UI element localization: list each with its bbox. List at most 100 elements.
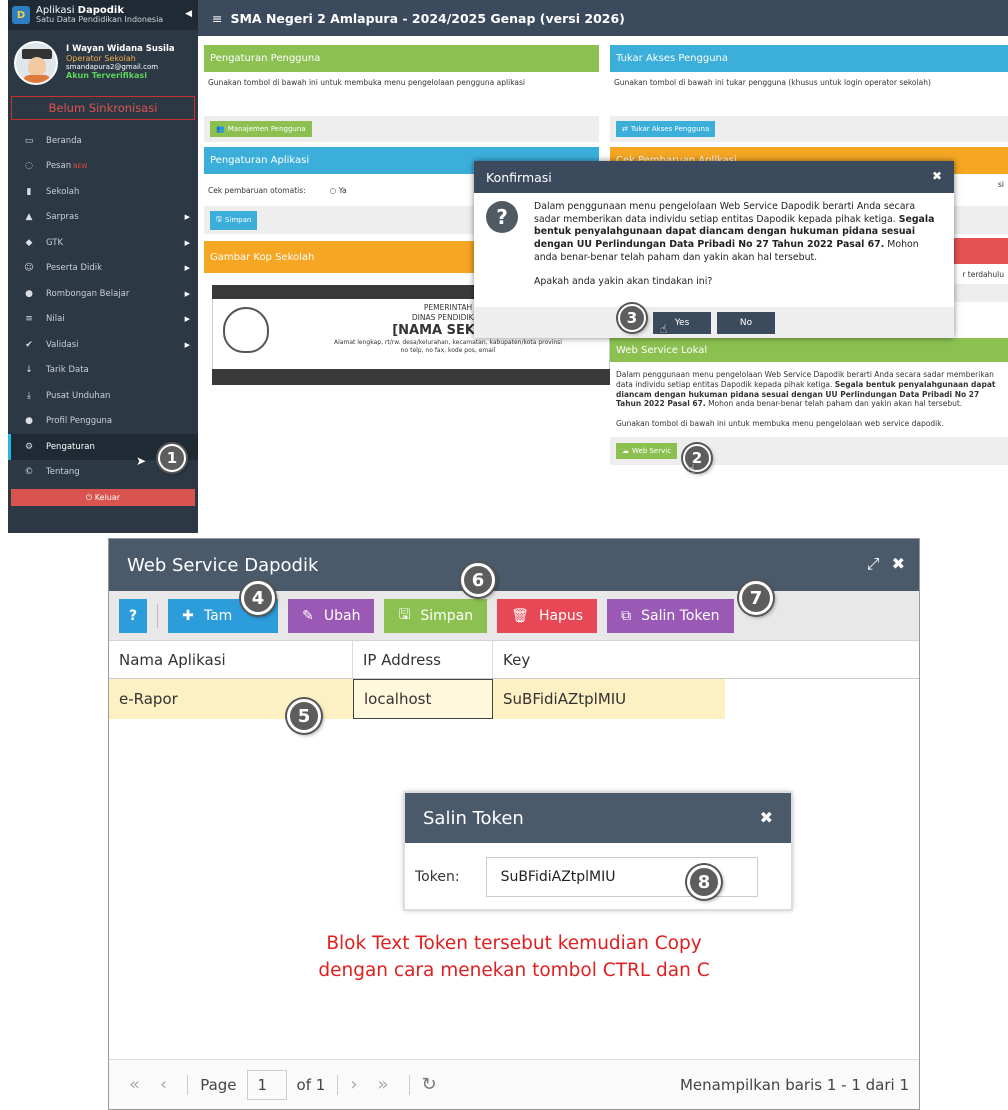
- sidebar-collapse-icon[interactable]: ◀: [185, 9, 192, 19]
- power-icon: ⏻: [85, 492, 93, 502]
- chevron-right-icon: ▶: [184, 264, 190, 273]
- chat-icon: ◌: [25, 161, 33, 172]
- toolbar: ? ✚ Tam ✎ Ubah 🖫 Simpan 🗑 Hapus ⧉ Salin Token: [109, 591, 919, 641]
- sidebar-item-rombongan-belajar[interactable]: ● Rombongan Belajar ▶: [8, 281, 198, 307]
- web-service-button[interactable]: ☁ Web Servic: [616, 442, 678, 459]
- simpan-pengaturan-button[interactable]: 🖫 Simpan: [210, 210, 258, 230]
- step-badge-3: 3: [618, 304, 646, 332]
- copyright-icon: ©: [24, 467, 34, 478]
- dapodik-app: D Aplikasi Dapodik Satu Data Pendidikan …: [8, 0, 1008, 533]
- building-icon: ▮: [26, 186, 32, 197]
- dialog-message: Dalam penggunaan menu pengelolaan Web Se…: [534, 201, 942, 289]
- chevron-right-icon: ▶: [184, 340, 190, 349]
- table-row[interactable]: e-Rapor localhost SuBFidiAZtplMIU: [109, 679, 919, 719]
- sidebar-item-sarpras[interactable]: ▲ Sarpras ▶: [8, 205, 198, 231]
- hapus-button[interactable]: 🗑 Hapus: [497, 598, 598, 633]
- maximize-icon[interactable]: ⤢: [867, 554, 880, 574]
- menu-toggle-icon[interactable]: ≡: [212, 11, 222, 26]
- users-icon: 👥: [216, 125, 225, 133]
- column-header-key[interactable]: Key: [493, 641, 919, 678]
- instruction-text: Blok Text Token tersebut kemudian Copy d…: [318, 933, 710, 981]
- step-badge-4: 4: [241, 581, 275, 615]
- row-count-status: Menampilkan baris 1 - 1 dari 1: [679, 1075, 909, 1094]
- download-icon: ⤓: [27, 390, 31, 401]
- grid-header: Nama Aplikasi IP Address Key: [109, 641, 919, 679]
- ubah-button[interactable]: ✎ Ubah: [288, 598, 375, 633]
- new-badge: NEW: [73, 162, 88, 170]
- user-profile: I Wayan Widana Susila Operator Sekolah s…: [8, 30, 198, 96]
- question-icon: ?: [486, 201, 518, 233]
- chevron-right-icon: ▶: [184, 238, 190, 247]
- sidebar-brand: D Aplikasi Dapodik Satu Data Pendidikan …: [8, 0, 198, 30]
- panel-web-service-lokal: Web Service Lokal Dalam penggunaan menu …: [610, 338, 1008, 465]
- refresh-icon[interactable]: ↻: [422, 1074, 437, 1095]
- user-verified-status: Akun Terverifikasi: [66, 70, 147, 80]
- check-icon: ✔: [25, 339, 33, 350]
- prev-page-icon[interactable]: ‹: [160, 1074, 167, 1095]
- step-badge-6: 6: [461, 563, 495, 597]
- swap-icon: ⇄: [622, 125, 628, 133]
- avatar: [14, 41, 58, 85]
- app-subtitle: Satu Data Pendidikan Indonesia: [36, 15, 164, 25]
- last-page-icon[interactable]: »: [378, 1074, 389, 1095]
- panel-desc: Gunakan tombol di bawah ini tukar penggu…: [614, 78, 931, 87]
- manajemen-pengguna-button[interactable]: 👥 Manajemen Pengguna: [210, 121, 312, 137]
- sidebar-item-pesan[interactable]: ◌ Pesan NEW: [8, 154, 198, 180]
- page-label: Page: [200, 1075, 237, 1094]
- web-service-window: Web Service Dapodik ⤢ ✖ ? ✚ Tam ✎ Ubah 🖫 Sim…: [108, 538, 920, 1110]
- step-badge-1: 1: [158, 444, 186, 472]
- sidebar-item-beranda[interactable]: ▭ Beranda: [8, 128, 198, 154]
- close-icon[interactable]: ✖: [892, 554, 905, 574]
- logout-button[interactable]: ⏻ Keluar: [11, 489, 195, 506]
- sidebar-menu: ▭ Beranda ◌ Pesan NEW ▮ Sekolah ▲ Sarpras ▶ ◆ G…: [8, 128, 198, 485]
- cell-key: SuBFidiAZtplMIU: [493, 679, 725, 719]
- sidebar-item-peserta-didik[interactable]: ☺ Peserta Didik ▶: [8, 256, 198, 282]
- panel-title: Pengaturan Pengguna: [204, 45, 599, 72]
- chevron-right-icon: ▶: [184, 315, 190, 324]
- road-icon: ▲: [25, 212, 33, 223]
- close-icon[interactable]: ✖: [760, 808, 773, 827]
- dialog-title: Salin Token: [423, 807, 524, 829]
- user-icon: ●: [25, 416, 33, 427]
- column-header-ip-address[interactable]: IP Address: [353, 641, 493, 678]
- token-label: Token:: [415, 869, 460, 885]
- sidebar-item-tarik-data[interactable]: ↓ Tarik Data: [8, 358, 198, 384]
- save-icon: 🖫: [216, 214, 222, 223]
- close-icon[interactable]: ✖: [932, 169, 942, 183]
- simpan-button[interactable]: 🖫 Simpan: [384, 598, 488, 633]
- question-icon: ?: [129, 607, 138, 624]
- panel-side-text: si: [998, 180, 1004, 189]
- sidebar-item-nilai[interactable]: ≡ Nilai ▶: [8, 307, 198, 333]
- pencil-icon: ✎: [302, 607, 314, 624]
- column-header-nama-aplikasi[interactable]: Nama Aplikasi: [109, 641, 353, 678]
- window-title: Web Service Dapodik: [127, 554, 319, 576]
- help-button[interactable]: ?: [119, 598, 148, 633]
- next-page-icon[interactable]: ›: [350, 1074, 357, 1095]
- chevron-right-icon: ▶: [184, 289, 190, 298]
- tukar-akses-button[interactable]: ⇄ Tukar Akses Pengguna: [616, 121, 716, 137]
- radio-ya[interactable]: ○ Ya: [330, 186, 347, 195]
- no-button[interactable]: No: [717, 311, 775, 334]
- page-number-input[interactable]: 1: [246, 1069, 287, 1100]
- sidebar-item-validasi[interactable]: ✔ Validasi ▶: [8, 332, 198, 358]
- graduation-icon: ◆: [25, 237, 33, 248]
- sync-status: Belum Sinkronisasi: [11, 96, 195, 120]
- sidebar-item-sekolah[interactable]: ▮ Sekolah: [8, 179, 198, 205]
- mouse-cursor-icon: ➤: [136, 454, 147, 468]
- sidebar-item-gtk[interactable]: ◆ GTK ▶: [8, 230, 198, 256]
- chevron-right-icon: ▶: [184, 213, 190, 222]
- panel-instruction: Gunakan tombol di bawah ini untuk membuk…: [616, 419, 944, 428]
- arrow-down-icon: ↓: [25, 365, 33, 376]
- top-header: ≡ SMA Negeri 2 Amlapura - 2024/2025 Gena…: [198, 0, 1008, 36]
- salin-token-button[interactable]: ⧉ Salin Token: [607, 598, 734, 633]
- monitor-icon: ▭: [24, 135, 34, 146]
- step-badge-8: 8: [687, 865, 721, 899]
- tut-wuri-logo-icon: [223, 307, 269, 353]
- sidebar-item-profil-pengguna[interactable]: ● Profil Pengguna: [8, 409, 198, 435]
- panel-title: Web Service Lokal: [610, 338, 1008, 362]
- step-badge-5: 5: [287, 699, 321, 733]
- plus-icon: ✚: [182, 607, 194, 624]
- first-page-icon[interactable]: «: [129, 1074, 140, 1095]
- sidebar-item-pusat-unduhan[interactable]: ⤓ Pusat Unduhan: [8, 383, 198, 409]
- group-icon: ●: [25, 288, 33, 299]
